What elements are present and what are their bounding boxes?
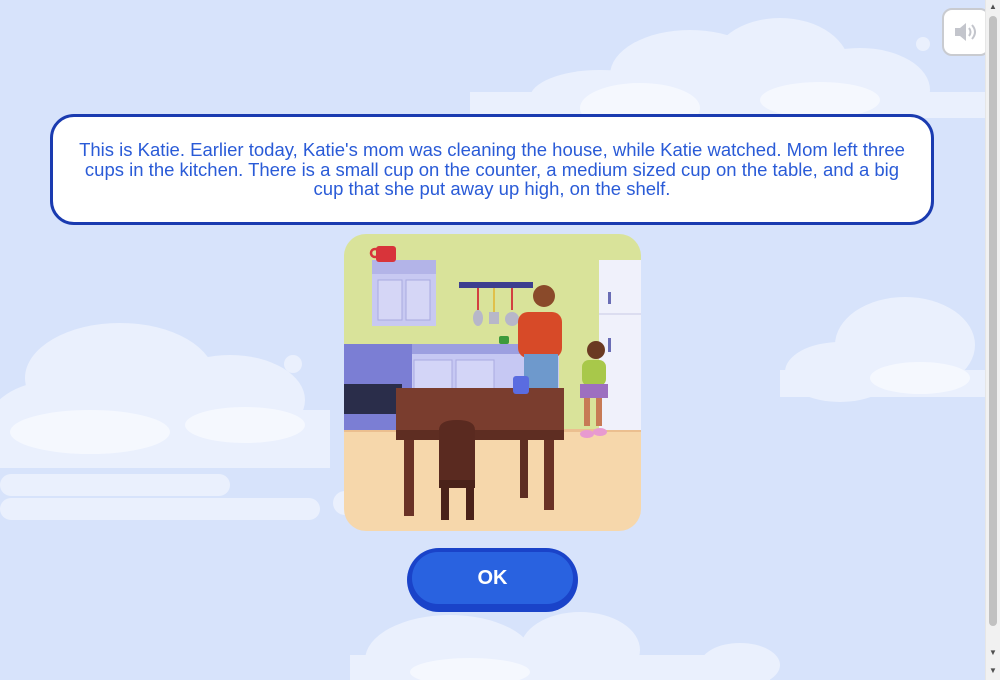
game-stage: This is Katie. Earlier today, Katie's mo… xyxy=(0,0,986,680)
scroll-end-arrow-icon[interactable]: ▼ xyxy=(986,664,1000,678)
sound-button[interactable] xyxy=(942,8,990,56)
kitchen-scene-image xyxy=(344,234,641,531)
kitchen-illustration xyxy=(344,234,641,531)
prompt-dialog: This is Katie. Earlier today, Katie's mo… xyxy=(50,114,934,225)
prompt-text: This is Katie. Earlier today, Katie's mo… xyxy=(79,139,905,200)
scroll-down-arrow-icon[interactable]: ▼ xyxy=(986,646,1000,660)
vertical-scrollbar[interactable]: ▲ ▼ ▼ xyxy=(985,0,1000,680)
speaker-icon xyxy=(955,23,976,41)
ok-button[interactable]: OK xyxy=(407,548,578,612)
scroll-thumb[interactable] xyxy=(989,16,997,626)
ok-button-label[interactable]: OK xyxy=(412,552,573,604)
scroll-up-arrow-icon[interactable]: ▲ xyxy=(986,0,1000,14)
